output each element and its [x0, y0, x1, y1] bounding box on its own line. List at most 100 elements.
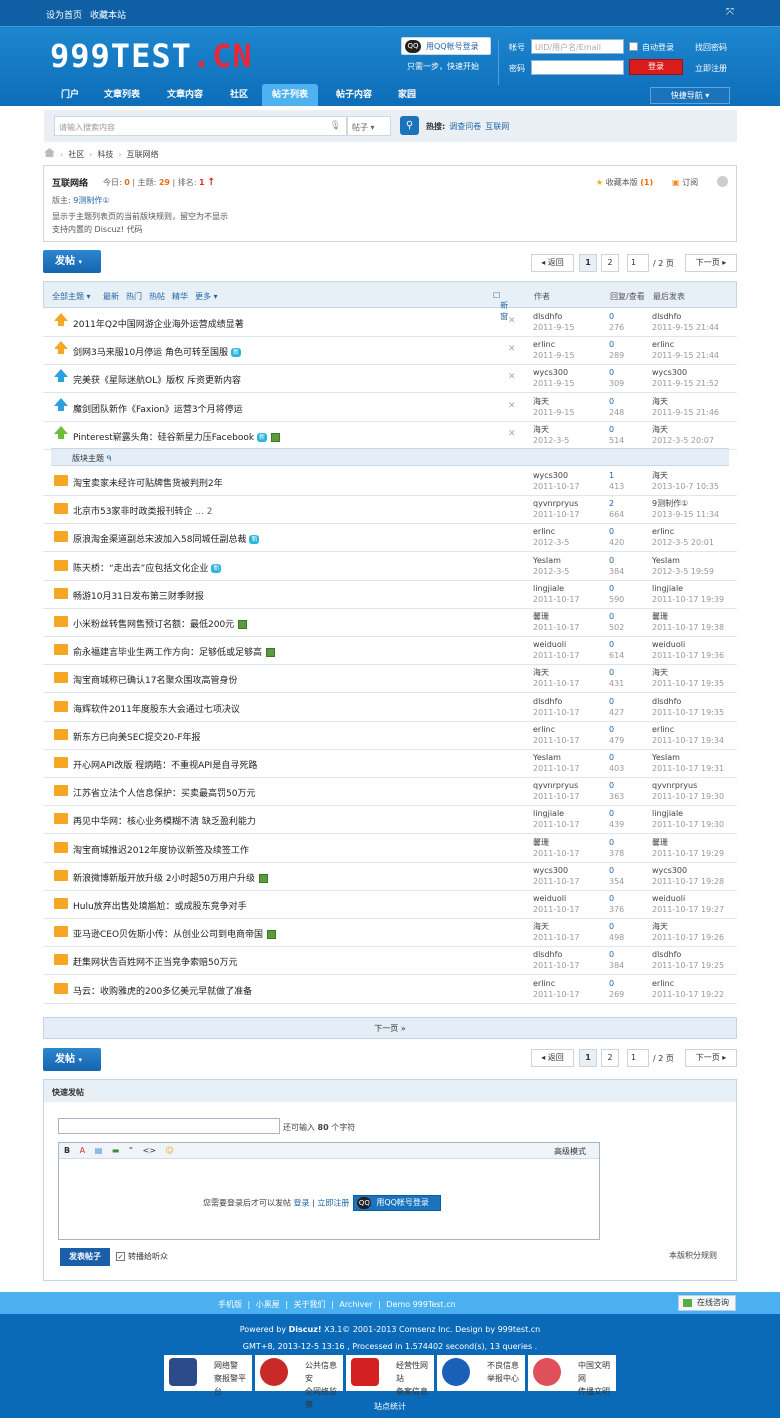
submit-thread-button[interactable]: 发表帖子 [60, 1248, 110, 1266]
thread-author[interactable]: YesIam 2012-3-5 [533, 555, 569, 577]
last-post[interactable]: 馨珊 2011-10-17 19:38 [652, 611, 724, 633]
thread-row[interactable]: 原浪淘金渠道副总宋波加入58同城任副总裁新 erlinc 2012-3-5 0 420 e… [43, 523, 737, 553]
thread-title[interactable]: Pinterest崭露头角：硅谷新星力压Facebook 新 [73, 430, 281, 443]
nav-item-community[interactable]: 社区 [230, 84, 248, 106]
next-page-button[interactable]: 下一页 ▸ [685, 254, 737, 272]
thread-author[interactable]: wycs300 2011-10-17 [533, 470, 580, 492]
thread-row[interactable]: 开心网API改版 程炳皓：不重视API是自寻死路 YesIam 2011-10-17… [43, 749, 737, 778]
last-post[interactable]: wycs300 2011-9-15 21:52 [652, 367, 719, 389]
find-password-link[interactable]: 找回密码 [695, 42, 727, 53]
last-post[interactable]: dlsdhfo 2011-10-17 19:35 [652, 696, 724, 718]
thread-title[interactable]: 陈天桥：“走出去”应包括文化企业新 [73, 561, 222, 574]
page-jump-input[interactable]: 1 [627, 254, 649, 272]
thread-title[interactable]: 开心网API改版 程炳皓：不重视API是自寻死路 [73, 758, 257, 771]
image-icon[interactable]: ▤ [95, 1146, 103, 1155]
thread-author[interactable]: dlsdhfo 2011-9-15 [533, 311, 574, 333]
new-window-checkbox[interactable]: ☐ 新窗 [493, 291, 508, 321]
nav-item-article-content[interactable]: 文章内容 [167, 84, 203, 106]
thread-row[interactable]: 魔剑团队新作《Faxion》运营3个月将停运 ✕ 海天 2011-9-15 0 248 海天… [43, 393, 737, 422]
thread-title[interactable]: 赶集网状告百姓网不正当竞争索赔50万元 [73, 955, 237, 968]
register-link[interactable]: 立即注册 [695, 63, 727, 74]
thread-title[interactable]: 淘宝商城推迟2012年度协议新签及续签工作 [73, 843, 249, 856]
microphone-icon[interactable]: 🎙 [330, 121, 341, 131]
hot-search-link[interactable]: 调查问卷 [449, 122, 481, 131]
thread-title[interactable]: 新浪微博新版开放升级 2小时超50万用户升级 [73, 871, 269, 884]
thread-row[interactable]: 新浪微博新版开放升级 2小时超50万用户升级 wycs300 2011-10-17 0… [43, 862, 737, 891]
auto-login-checkbox[interactable] [629, 42, 638, 51]
thread-row[interactable]: 亚马逊CEO贝佐斯小传：从创业公司到电商帝国 海天 2011-10-17 0 498 海天… [43, 918, 737, 948]
smiley-icon[interactable]: ☺ [166, 1146, 174, 1155]
last-post[interactable]: erlinc 2011-9-15 21:44 [652, 339, 719, 361]
thread-row[interactable]: 淘宝卖家未经许可贴牌售货被判刑2年 wycs300 2011-10-17 1 413 海天… [43, 467, 737, 496]
civilization-badge[interactable]: 中国文明网 传播文明 [528, 1355, 616, 1396]
thread-row[interactable]: 马云：收购雅虎的200多亿美元早就做了准备 erlinc 2011-10-17 0 26… [43, 975, 737, 1004]
thread-author[interactable]: weiduoli 2011-10-17 [533, 639, 580, 661]
online-consult-button[interactable]: 在线咨询 [678, 1295, 736, 1311]
thread-row[interactable]: 陈天桥：“走出去”应包括文化企业新 YesIam 2012-3-5 0 384 YesIa… [43, 552, 737, 581]
thread-title[interactable]: 剑网3马来服10月停运 角色可转至国服新 [73, 345, 242, 358]
icp-badge[interactable]: 经营性网站 备案信息 [346, 1355, 434, 1396]
sync-checkbox[interactable]: ✓ 转播给听众 [116, 1251, 168, 1262]
filter-all[interactable]: 全部主题 ▾ [52, 291, 91, 302]
last-post[interactable]: YesIam 2011-10-17 19:31 [652, 752, 724, 774]
login-button[interactable]: 登录 [629, 59, 683, 75]
thread-row[interactable]: 剑网3马来服10月停运 角色可转至国服新 ✕ erlinc 2011-9-15 0 289… [43, 336, 737, 366]
thread-title[interactable]: 俞永福建言毕业生两工作方向：足够低或足够高 [73, 645, 276, 658]
thread-row[interactable]: Hulu放弃出售处境尴尬：或成股东竞争对手 weiduoli 2011-10-17 0… [43, 890, 737, 919]
close-icon[interactable]: ✕ [508, 372, 516, 382]
advanced-mode-link[interactable]: 高级模式 [554, 1146, 586, 1157]
rss-subscribe-button[interactable]: ▣ 订阅 [672, 177, 698, 188]
last-post[interactable]: 海天 2013-10-7 10:35 [652, 470, 719, 492]
nav-item-article-list[interactable]: 文章列表 [104, 84, 140, 106]
thread-title[interactable]: 原浪淘金渠道副总宋波加入58同城任副总裁新 [73, 532, 260, 545]
font-color-icon[interactable]: A [80, 1146, 85, 1155]
breadcrumb-item[interactable]: 科技 [97, 150, 113, 159]
nav-item-home[interactable]: 家园 [398, 84, 416, 106]
subject-input[interactable] [58, 1118, 280, 1134]
report-badge[interactable]: 不良信息 举报中心 [437, 1355, 525, 1391]
thread-title[interactable]: 江苏省立法个人信息保护：买卖最高罚50万元 [73, 786, 255, 799]
close-icon[interactable]: ✕ [508, 429, 516, 439]
new-thread-button[interactable]: 发帖 ▾ [43, 1048, 101, 1071]
register-link[interactable]: 立即注册 [317, 1199, 349, 1208]
filter-hot[interactable]: 热门 [126, 291, 142, 302]
last-post[interactable]: YesIam 2012-3-5 19:59 [652, 555, 714, 577]
nav-item-portal[interactable]: 门户 [61, 84, 79, 106]
qq-login-button[interactable]: QQ 用QQ帐号登录 [401, 37, 491, 55]
quick-nav-button[interactable]: 快捷导航 ▾ [650, 87, 730, 104]
thread-title[interactable]: 亚马逊CEO贝佐斯小传：从创业公司到电商帝国 [73, 927, 277, 940]
last-post[interactable]: 馨珊 2011-10-17 19:29 [652, 837, 724, 859]
thread-author[interactable]: dlsdhfo 2011-10-17 [533, 949, 580, 971]
last-post[interactable]: dlsdhfo 2011-9-15 21:44 [652, 311, 719, 333]
thread-author[interactable]: weiduoli 2011-10-17 [533, 893, 580, 915]
thread-title[interactable]: 2011年Q2中国网游企业海外运营成绩显著 [73, 317, 244, 330]
thread-title[interactable]: 完美获《星际迷航OL》版权 斥资更新内容 [73, 373, 241, 386]
last-post[interactable]: lingjiale 2011-10-17 19:30 [652, 808, 724, 830]
footer-link[interactable]: Archiver [339, 1300, 372, 1309]
login-link[interactable]: 登录 [294, 1199, 310, 1208]
thread-row[interactable]: 新东方已向美SEC提交20-F年报 erlinc 2011-10-17 0 479 erl… [43, 721, 737, 750]
thread-author[interactable]: dlsdhfo 2011-10-17 [533, 696, 580, 718]
link-icon[interactable]: ▬ [112, 1146, 120, 1155]
bookmark-link[interactable]: 收藏本站 [90, 11, 126, 21]
breadcrumb-item[interactable]: 社区 [68, 150, 84, 159]
last-post[interactable]: 海天 2012-3-5 20:07 [652, 424, 714, 446]
page-2-link[interactable]: 2 [601, 254, 619, 272]
next-page-bar[interactable]: 下一页 » [43, 1017, 737, 1039]
thread-row[interactable]: 淘宝商城称已确认17名聚众围攻高管身份 海天 2011-10-17 0 431 海天 201… [43, 664, 737, 694]
thread-author[interactable]: YesIam 2011-10-17 [533, 752, 580, 774]
thread-author[interactable]: lingjiale 2011-10-17 [533, 808, 580, 830]
search-type-select[interactable]: 帖子 ▾ [347, 116, 391, 136]
page-1-link[interactable]: 1 [579, 1049, 597, 1067]
last-post[interactable]: 海天 2011-10-17 19:35 [652, 667, 724, 689]
nav-item-thread-content[interactable]: 帖子内容 [336, 84, 372, 106]
next-page-button[interactable]: 下一页 ▸ [685, 1049, 737, 1067]
breadcrumb-item[interactable]: 互联网络 [127, 150, 159, 159]
thread-title[interactable]: 魔剑团队新作《Faxion》运营3个月将停运 [73, 402, 243, 415]
thread-author[interactable]: qyvnrpryus 2011-10-17 [533, 780, 580, 802]
new-thread-button[interactable]: 发帖 ▾ [43, 250, 101, 273]
police-badge[interactable]: 网络警 察报警平台 [164, 1355, 252, 1396]
last-post[interactable]: 海天 2011-9-15 21:46 [652, 396, 719, 418]
page-2-link[interactable]: 2 [601, 1049, 619, 1067]
thread-author[interactable]: 馨珊 2011-10-17 [533, 837, 580, 859]
